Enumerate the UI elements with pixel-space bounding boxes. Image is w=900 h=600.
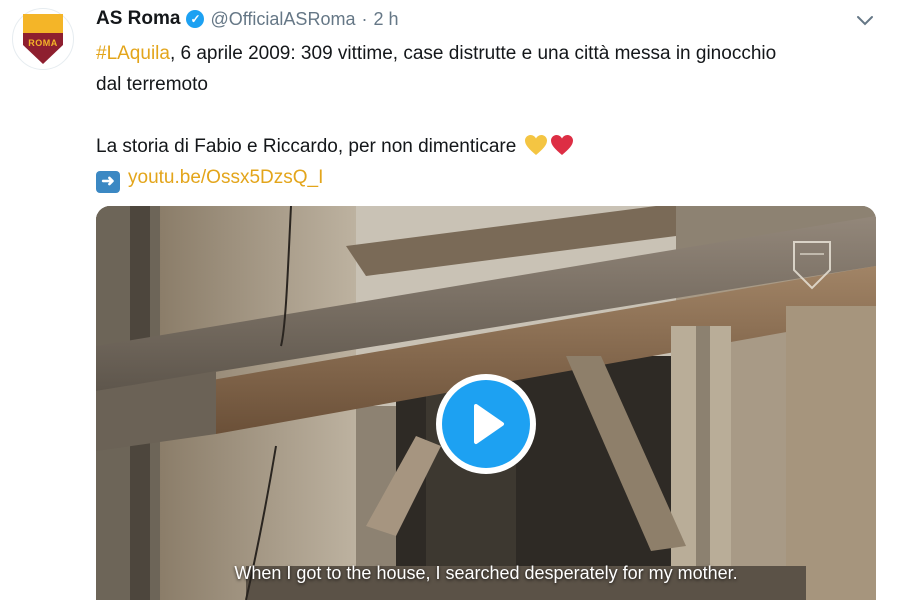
- as-roma-crest-logo: ROMA: [23, 14, 63, 64]
- roma-watermark-logo: [792, 240, 832, 290]
- avatar[interactable]: ROMA: [12, 8, 74, 70]
- right-arrow-icon: ➜: [96, 171, 120, 193]
- tweet-line-1: #LAquila, 6 aprile 2009: 309 vittime, ca…: [96, 38, 876, 69]
- play-icon: [474, 404, 504, 444]
- chevron-down-icon[interactable]: [854, 10, 876, 32]
- video-subtitle: When I got to the house, I searched desp…: [234, 563, 738, 583]
- tweet-line-4: ➜ youtu.be/Ossx5DzsQ_I: [96, 162, 876, 193]
- tweet-line-3-text: La storia di Fabio e Riccardo, per non d…: [96, 136, 517, 157]
- crest-label: ROMA: [28, 38, 58, 48]
- play-button-inner: [442, 380, 530, 468]
- tweet-header: AS Roma ✓ @OfficialASRoma · 2 h: [96, 8, 398, 30]
- youtube-link[interactable]: youtu.be/Ossx5DzsQ_I: [128, 167, 323, 188]
- author-handle[interactable]: @OfficialASRoma: [210, 9, 355, 30]
- tweet-line-1-text: , 6 aprile 2009: 309 vittime, case distr…: [169, 43, 777, 64]
- video-player[interactable]: When I got to the house, I searched desp…: [96, 206, 876, 600]
- tweet-line-2: dal terremoto: [96, 74, 208, 95]
- red-heart-icon: [550, 134, 574, 156]
- verified-badge-icon: ✓: [186, 10, 205, 28]
- hashtag-link[interactable]: #LAquila: [96, 43, 170, 64]
- yellow-heart-icon: [524, 134, 548, 156]
- tweet-text: #LAquila, 6 aprile 2009: 309 vittime, ca…: [96, 38, 876, 193]
- author-display-name[interactable]: AS Roma: [96, 8, 180, 30]
- tweet-line-3: La storia di Fabio e Riccardo, per non d…: [96, 131, 876, 162]
- header-separator: ·: [361, 8, 368, 29]
- tweet-timestamp[interactable]: 2 h: [373, 9, 398, 30]
- play-button[interactable]: [436, 374, 536, 474]
